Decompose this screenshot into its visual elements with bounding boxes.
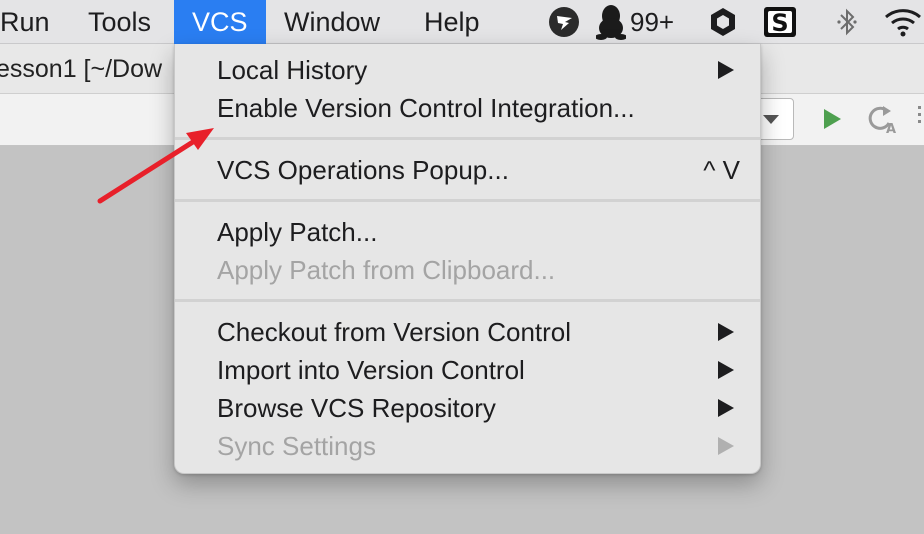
- dingtalk-icon[interactable]: [547, 0, 581, 44]
- menu-tools[interactable]: Tools: [88, 0, 151, 44]
- svg-text:A: A: [886, 122, 896, 134]
- menu-item-label: Import into Version Control: [217, 355, 525, 385]
- menu-item-local-history[interactable]: Local History: [175, 51, 760, 89]
- submenu-arrow-icon: [718, 361, 734, 379]
- menu-item-vcs-operations-popup[interactable]: VCS Operations Popup... ^ V: [175, 151, 760, 189]
- qq-status-item[interactable]: 99+: [596, 0, 688, 44]
- menu-vcs[interactable]: VCS: [174, 0, 266, 44]
- menu-separator: [175, 299, 760, 302]
- svg-text:S: S: [771, 9, 788, 37]
- menu-item-enable-vcs-integration[interactable]: Enable Version Control Integration...: [175, 89, 760, 127]
- qq-badge-count: 99+: [630, 6, 675, 37]
- menu-item-label: Browse VCS Repository: [217, 393, 496, 423]
- bluetooth-icon[interactable]: [832, 0, 862, 44]
- wifi-icon[interactable]: [882, 0, 924, 44]
- keyboard-shortcut: ^ V: [703, 155, 740, 185]
- s-app-icon[interactable]: S: [762, 0, 798, 44]
- menu-window[interactable]: Window: [284, 0, 380, 44]
- menu-help[interactable]: Help: [424, 0, 480, 44]
- menu-item-apply-patch-from-clipboard: Apply Patch from Clipboard...: [175, 251, 760, 289]
- menu-item-import-into-vcs[interactable]: Import into Version Control: [175, 351, 760, 389]
- menu-item-label: Checkout from Version Control: [217, 317, 572, 347]
- menu-item-sync-settings: Sync Settings: [175, 427, 760, 465]
- rerun-icon[interactable]: A: [864, 102, 898, 136]
- hexagon-app-icon[interactable]: [706, 0, 740, 44]
- menu-item-apply-patch[interactable]: Apply Patch...: [175, 213, 760, 251]
- submenu-arrow-icon: [718, 399, 734, 417]
- menu-separator: [175, 137, 760, 140]
- menu-item-label: Sync Settings: [217, 431, 376, 461]
- menu-item-label: Apply Patch from Clipboard...: [217, 255, 556, 285]
- run-icon[interactable]: [818, 102, 846, 136]
- window-title: esson1 [~/Dow: [0, 55, 163, 83]
- vcs-dropdown-menu: Local History Enable Version Control Int…: [174, 44, 761, 474]
- menu-separator: [175, 199, 760, 202]
- menu-item-label: Enable Version Control Integration...: [217, 93, 635, 123]
- submenu-arrow-icon: [718, 61, 734, 79]
- menu-item-label: VCS Operations Popup...: [217, 155, 509, 185]
- chevron-down-icon: [763, 115, 779, 124]
- menu-item-checkout-from-vcs[interactable]: Checkout from Version Control: [175, 313, 760, 351]
- menu-item-label: Local History: [217, 55, 368, 85]
- menu-item-browse-vcs-repository[interactable]: Browse VCS Repository: [175, 389, 760, 427]
- qq-penguin-icon: [596, 5, 626, 40]
- menu-bar: Run Tools VCS Window Help 99+ S: [0, 0, 924, 44]
- toolbar-overflow-icon[interactable]: [914, 94, 924, 146]
- menu-item-label: Apply Patch...: [217, 217, 378, 247]
- submenu-arrow-icon: [718, 323, 734, 341]
- submenu-arrow-icon: [718, 437, 734, 455]
- menu-run[interactable]: Run: [0, 0, 50, 44]
